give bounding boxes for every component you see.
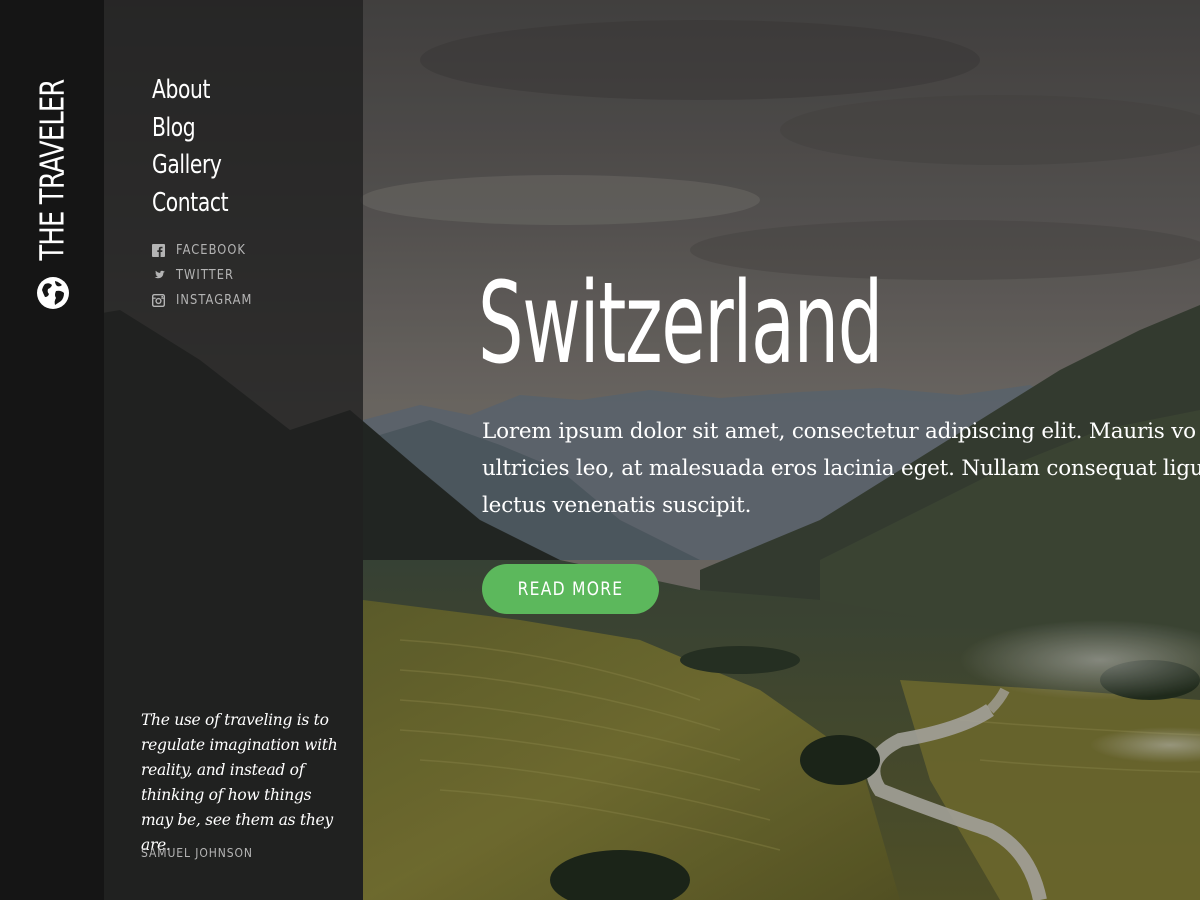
facebook-icon xyxy=(152,244,165,257)
hero-description-line: Lorem ipsum dolor sit amet, consectetur … xyxy=(482,419,1196,444)
hero-description: Lorem ipsum dolor sit amet, consectetur … xyxy=(482,413,1200,524)
hero-description-line: ultricies leo, at malesuada eros lacinia… xyxy=(482,456,1200,481)
quote-author: SAMUEL JOHNSON xyxy=(141,846,265,860)
brand-strip: THE TRAVELER xyxy=(0,0,104,900)
social-link-label: TWITTER xyxy=(176,268,235,283)
nav-item-label: Contact xyxy=(152,187,229,218)
brand-name-text: THE TRAVELER xyxy=(32,79,72,261)
read-more-label: READ MORE xyxy=(517,578,624,600)
social-link-label: FACEBOOK xyxy=(176,243,246,258)
globe-icon xyxy=(37,277,69,309)
nav-item-label: About xyxy=(152,75,211,105)
hero-title-text: Switzerland xyxy=(478,259,883,389)
nav-item-gallery[interactable]: Gallery xyxy=(152,147,250,185)
quote-author-text: SAMUEL JOHNSON xyxy=(141,846,253,860)
nav-item-label: Blog xyxy=(152,112,196,143)
hero-title: Switzerland xyxy=(478,268,1109,380)
main-nav: About Blog Gallery Contact xyxy=(152,72,250,222)
social-link-twitter[interactable]: TWITTER xyxy=(152,263,263,288)
nav-item-about[interactable]: About xyxy=(152,72,250,110)
instagram-icon xyxy=(152,294,165,307)
nav-item-contact[interactable]: Contact xyxy=(152,185,250,223)
page: THE TRAVELER About Blog Gallery Contact … xyxy=(0,0,1200,900)
read-more-button[interactable]: READ MORE xyxy=(482,564,659,614)
social-links: FACEBOOK TWITTER INSTAGRAM xyxy=(152,238,263,313)
social-link-facebook[interactable]: FACEBOOK xyxy=(152,238,263,263)
sidebar-panel: About Blog Gallery Contact FACEBOOK TWIT… xyxy=(104,0,363,900)
nav-item-label: Gallery xyxy=(152,150,222,180)
hero-description-line: lectus venenatis suscipit. xyxy=(482,493,752,518)
social-link-label: INSTAGRAM xyxy=(176,293,253,308)
nav-item-blog[interactable]: Blog xyxy=(152,110,250,148)
social-link-instagram[interactable]: INSTAGRAM xyxy=(152,288,263,313)
brand-name[interactable]: THE TRAVELER xyxy=(32,54,72,286)
twitter-icon xyxy=(154,270,165,279)
quote-text: The use of traveling is to regulate imag… xyxy=(141,710,338,854)
